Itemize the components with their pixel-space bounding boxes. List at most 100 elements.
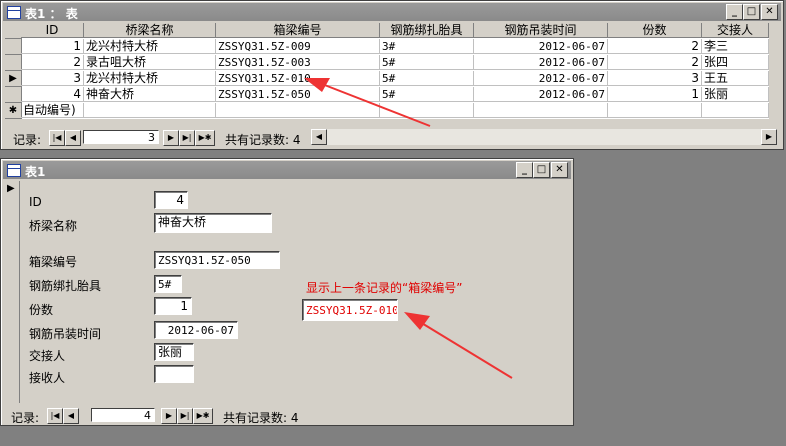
table-row[interactable]: 4 神奋大桥 ZSSYQ31.5Z-050 5# 2012-06-07 1 张丽 (5, 87, 769, 103)
cell-jig[interactable]: 3# (380, 39, 474, 54)
table-row[interactable]: 1 龙兴村特大桥 ZSSYQ31.5Z-009 3# 2012-06-07 2 … (5, 39, 769, 55)
close-button[interactable]: ✕ (551, 162, 568, 178)
id-field[interactable]: 4 (154, 191, 188, 209)
horizontal-scrollbar[interactable]: ◀ ▶ (311, 129, 777, 145)
cell-bridge[interactable] (84, 103, 216, 118)
next-record-button[interactable]: ▶ (163, 130, 179, 146)
first-record-button[interactable]: |◀ (47, 408, 63, 424)
scroll-left-button[interactable]: ◀ (311, 129, 327, 145)
cell-beam[interactable]: ZSSYQ31.5Z-050 (216, 87, 380, 102)
cell-beam[interactable]: ZSSYQ31.5Z-010 (216, 71, 380, 86)
cell-handover[interactable]: 李三 (702, 39, 769, 54)
hoist-time-field[interactable]: 2012-06-07 (154, 321, 238, 339)
new-record-row[interactable]: ✱ 自动编号) (5, 103, 769, 119)
cell-time[interactable] (474, 103, 608, 118)
maximize-button[interactable]: □ (533, 162, 550, 178)
cell-copies[interactable] (608, 103, 702, 118)
new-record-button[interactable]: ▶✱ (193, 408, 213, 424)
cell-id[interactable]: 1 (21, 39, 84, 54)
cell-bridge[interactable]: 神奋大桥 (84, 87, 216, 102)
cell-jig[interactable]: 5# (380, 71, 474, 86)
receiver-label: 接收人 (29, 371, 66, 385)
bridge-name-label: 桥梁名称 (29, 219, 78, 233)
beam-number-field[interactable]: ZSSYQ31.5Z-050 (154, 251, 280, 269)
cell-beam[interactable]: ZSSYQ31.5Z-009 (216, 39, 380, 54)
col-header-id[interactable]: ID (21, 23, 84, 38)
cell-id-autonumber[interactable]: 自动编号) (21, 103, 84, 118)
cell-beam[interactable] (216, 103, 380, 118)
cell-copies[interactable]: 2 (608, 55, 702, 70)
cell-copies[interactable]: 2 (608, 39, 702, 54)
prev-record-button[interactable]: ◀ (63, 408, 79, 424)
cell-jig[interactable]: 5# (380, 55, 474, 70)
new-record-button[interactable]: ▶✱ (195, 130, 215, 146)
cell-beam[interactable]: ZSSYQ31.5Z-003 (216, 55, 380, 70)
form-record-selector[interactable]: ▶ (5, 181, 20, 403)
receiver-field[interactable] (154, 365, 194, 383)
cell-handover[interactable]: 张丽 (702, 87, 769, 102)
prev-record-button[interactable]: ◀ (65, 130, 81, 146)
current-record-input[interactable]: 4 (91, 408, 155, 422)
col-header-time[interactable]: 钢筋吊装时间 (474, 23, 608, 38)
select-all-corner[interactable] (5, 23, 22, 39)
cell-copies[interactable]: 3 (608, 71, 702, 86)
header-row: ID 桥梁名称 箱梁编号 钢筋绑扎胎具 钢筋吊装时间 份数 交接人 (5, 23, 769, 39)
cell-handover[interactable] (702, 103, 769, 118)
handover-field[interactable]: 张丽 (154, 343, 194, 361)
cell-handover[interactable]: 王五 (702, 71, 769, 86)
cell-id[interactable]: 2 (21, 55, 84, 70)
maximize-button[interactable]: □ (743, 4, 760, 20)
col-header-beam[interactable]: 箱梁编号 (216, 23, 380, 38)
cell-copies[interactable]: 1 (608, 87, 702, 102)
cell-time[interactable]: 2012-06-07 (474, 39, 608, 54)
form-icon (7, 164, 21, 177)
col-header-jig[interactable]: 钢筋绑扎胎具 (380, 23, 474, 38)
copies-label: 份数 (29, 303, 54, 317)
jig-field[interactable]: 5# (154, 275, 182, 293)
cell-bridge[interactable]: 龙兴村特大桥 (84, 39, 216, 54)
cell-handover[interactable]: 张四 (702, 55, 769, 70)
col-header-copies[interactable]: 份数 (608, 23, 702, 38)
current-record-input[interactable]: 3 (83, 130, 159, 144)
new-record-marker[interactable]: ✱ (5, 103, 22, 119)
copies-field[interactable]: 1 (154, 297, 192, 315)
cell-id[interactable]: 4 (21, 87, 84, 102)
bridge-name-field[interactable]: 神奋大桥 (154, 213, 272, 233)
scroll-right-button[interactable]: ▶ (761, 129, 777, 145)
form-titlebar[interactable]: 表1 _ □ ✕ (3, 161, 571, 179)
last-record-button[interactable]: ▶| (179, 130, 195, 146)
row-selector[interactable] (5, 55, 22, 71)
col-header-bridge[interactable]: 桥梁名称 (84, 23, 216, 38)
record-count: 共有记录数: 4 (225, 133, 301, 147)
cell-time[interactable]: 2012-06-07 (474, 71, 608, 86)
cell-jig[interactable]: 5# (380, 87, 474, 102)
cell-id[interactable]: 3 (21, 71, 84, 86)
datasheet-titlebar[interactable]: 表1 ： 表 _ □ ✕ (3, 3, 781, 21)
record-label: 记录: (11, 411, 40, 425)
current-record-marker[interactable]: ▶ (5, 71, 22, 87)
datasheet-grid: ID 桥梁名称 箱梁编号 钢筋绑扎胎具 钢筋吊装时间 份数 交接人 1 龙兴村特… (5, 23, 769, 119)
form-title: 表1 (25, 165, 46, 179)
cell-bridge[interactable]: 录古咀大桥 (84, 55, 216, 70)
table-row-current[interactable]: ▶ 3 龙兴村特大桥 ZSSYQ31.5Z-010 5# 2012-06-07 … (5, 71, 769, 87)
record-count: 共有记录数: 4 (223, 411, 299, 425)
table-row[interactable]: 2 录古咀大桥 ZSSYQ31.5Z-003 5# 2012-06-07 2 张… (5, 55, 769, 71)
cell-bridge[interactable]: 龙兴村特大桥 (84, 71, 216, 86)
minimize-button[interactable]: _ (516, 162, 533, 178)
datasheet-title: 表1 ： 表 (25, 7, 78, 21)
beam-number-label: 箱梁编号 (29, 255, 78, 269)
first-record-button[interactable]: |◀ (49, 130, 65, 146)
row-selector[interactable] (5, 87, 22, 103)
previous-beam-number-field[interactable]: ZSSYQ31.5Z-010 (302, 299, 398, 321)
handover-label: 交接人 (29, 349, 66, 363)
cell-jig[interactable] (380, 103, 474, 118)
row-selector[interactable] (5, 39, 22, 55)
col-header-handover[interactable]: 交接人 (702, 23, 769, 38)
next-record-button[interactable]: ▶ (161, 408, 177, 424)
cell-time[interactable]: 2012-06-07 (474, 87, 608, 102)
cell-time[interactable]: 2012-06-07 (474, 55, 608, 70)
last-record-button[interactable]: ▶| (177, 408, 193, 424)
close-button[interactable]: ✕ (761, 4, 778, 20)
minimize-button[interactable]: _ (726, 4, 743, 20)
datasheet-window: 表1 ： 表 _ □ ✕ ID 桥梁名称 箱梁编号 钢筋绑扎胎具 钢筋吊装时间 … (0, 0, 784, 150)
